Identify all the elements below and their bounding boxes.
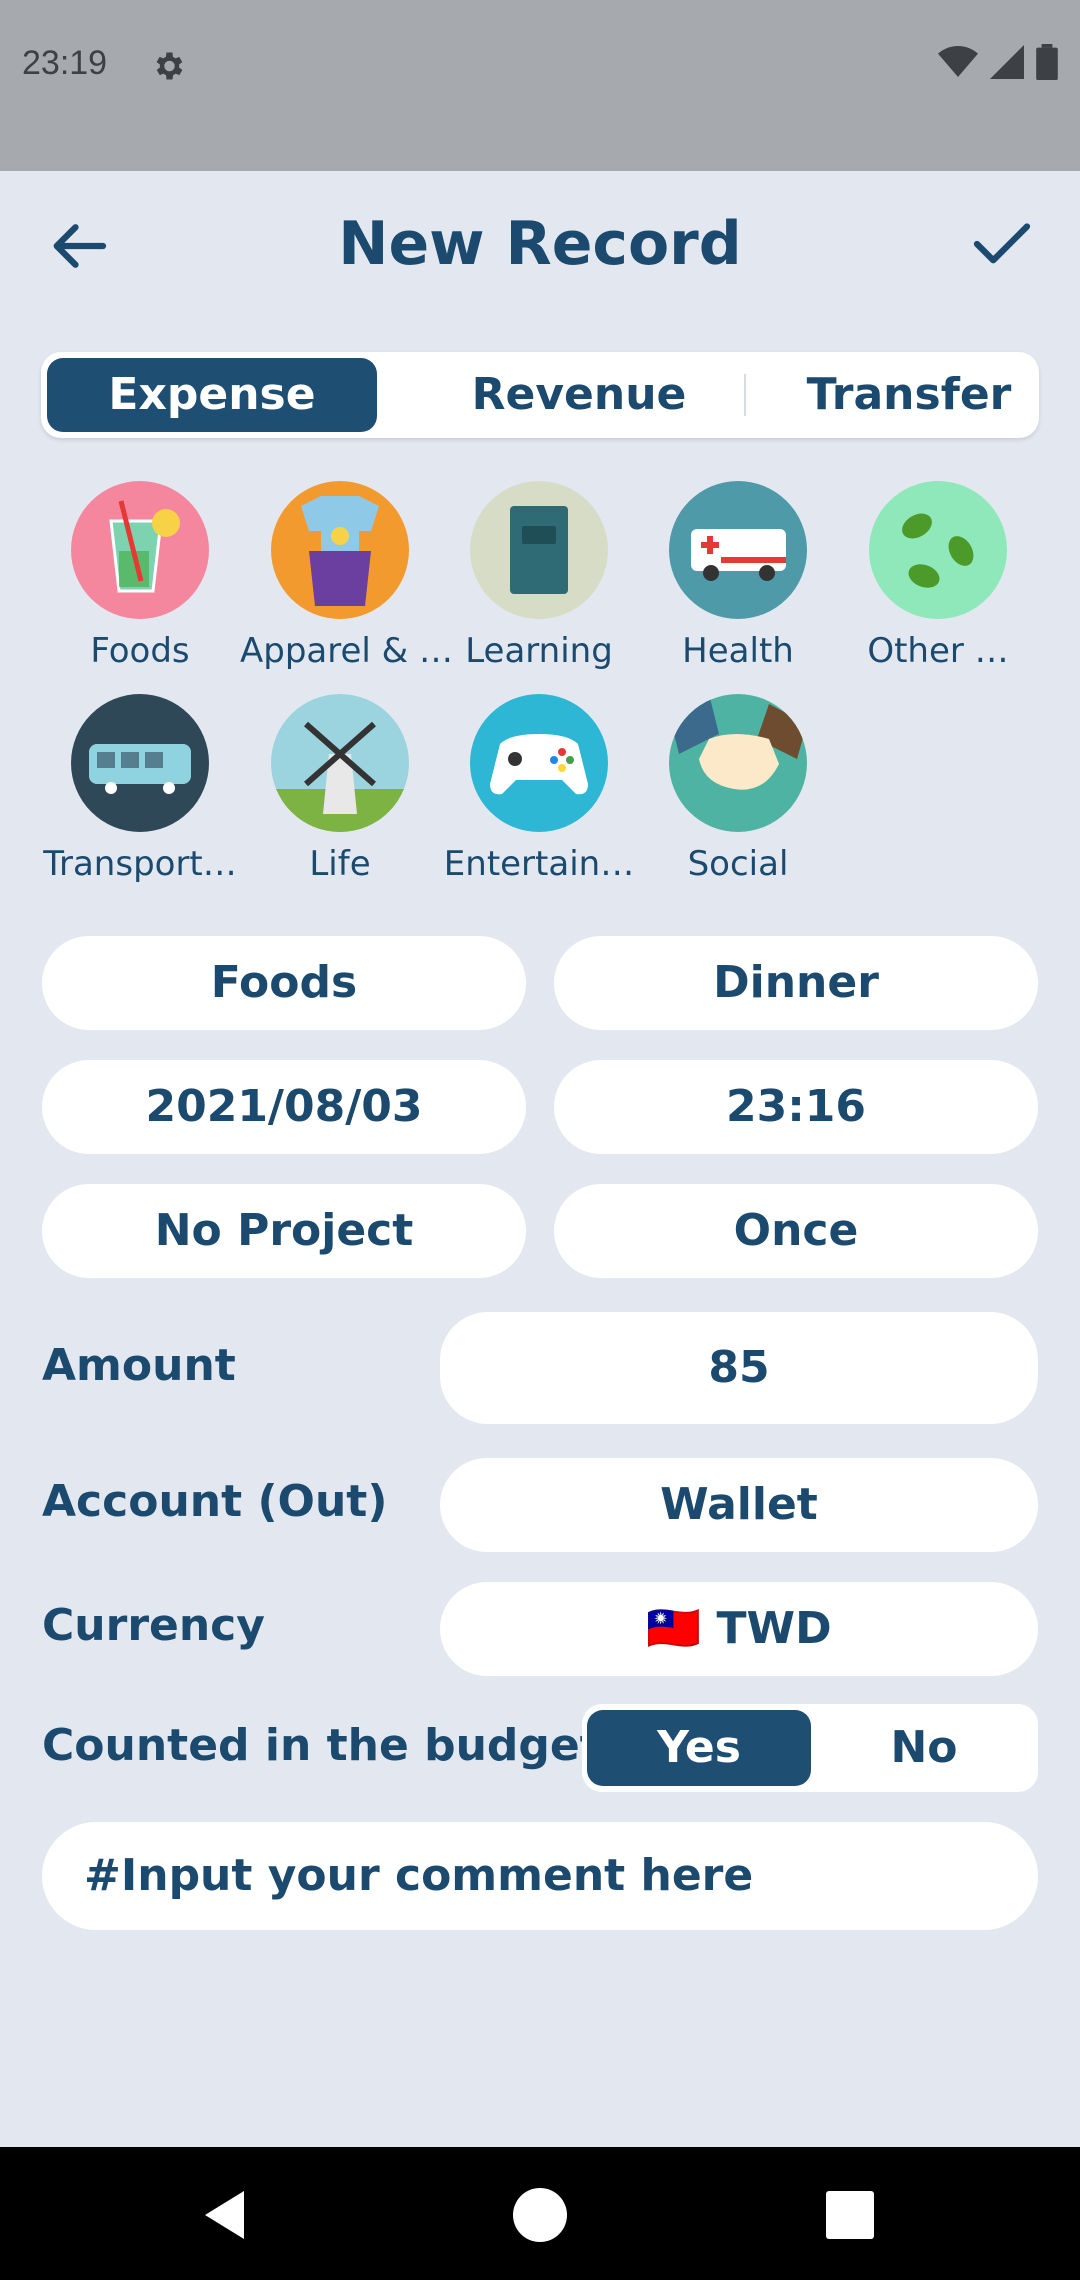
amount-label: Amount xyxy=(42,1340,236,1391)
category-label: Life xyxy=(309,844,371,884)
leaves-icon xyxy=(869,481,1007,619)
nav-home-icon[interactable] xyxy=(510,2185,570,2245)
category-label: Learning xyxy=(465,631,613,671)
battery-icon xyxy=(1036,44,1058,80)
category-entertainment[interactable]: Entertain… xyxy=(439,694,639,884)
budget-label: Counted in the budget xyxy=(42,1720,601,1771)
category-label: Foods xyxy=(90,631,190,671)
category-label: Other … xyxy=(867,631,1009,671)
time-picker[interactable]: 23:16 xyxy=(554,1060,1038,1154)
clothes-icon xyxy=(271,481,409,619)
budget-yes-option[interactable]: Yes xyxy=(587,1710,811,1786)
currency-label: Currency xyxy=(42,1600,265,1651)
budget-toggle: Yes No xyxy=(582,1704,1038,1792)
book-icon xyxy=(470,481,608,619)
confirm-check-icon[interactable] xyxy=(972,219,1032,269)
category-foods[interactable]: Foods xyxy=(40,481,240,671)
tab-expense[interactable]: Expense xyxy=(47,358,377,432)
category-label: Health xyxy=(682,631,794,671)
category-learning[interactable]: Learning xyxy=(439,481,639,671)
category-transport[interactable]: Transport… xyxy=(40,694,240,884)
date-picker[interactable]: 2021/08/03 xyxy=(42,1060,526,1154)
status-time: 23:19 xyxy=(22,44,108,82)
cellular-signal-icon xyxy=(990,45,1024,79)
category-selector[interactable]: Foods xyxy=(42,936,526,1030)
tab-transfer[interactable]: Transfer xyxy=(741,358,1077,432)
repeat-selector[interactable]: Once xyxy=(554,1184,1038,1278)
project-selector[interactable]: No Project xyxy=(42,1184,526,1278)
wifi-icon xyxy=(938,46,978,77)
category-social[interactable]: Social xyxy=(638,694,838,884)
category-apparel[interactable]: Apparel & … xyxy=(240,481,453,671)
ambulance-icon xyxy=(669,481,807,619)
category-health[interactable]: Health xyxy=(638,481,838,671)
tab-revenue[interactable]: Revenue xyxy=(411,358,747,432)
settings-gear-icon xyxy=(156,52,183,80)
handshake-icon xyxy=(669,694,807,832)
gamepad-icon xyxy=(470,694,608,832)
account-label: Account (Out) xyxy=(42,1476,388,1527)
status-bar: 23:19 xyxy=(0,0,1080,171)
page-title: New Record xyxy=(338,209,742,279)
budget-no-option[interactable]: No xyxy=(812,1710,1036,1786)
drink-glass-icon xyxy=(71,481,209,619)
category-life[interactable]: Life xyxy=(240,694,440,884)
app-bar: New Record xyxy=(0,171,1080,321)
subcategory-selector[interactable]: Dinner xyxy=(554,936,1038,1030)
windmill-icon xyxy=(271,694,409,832)
category-label: Social xyxy=(687,844,789,884)
bus-icon xyxy=(71,694,209,832)
currency-code: TWD xyxy=(716,1603,832,1654)
record-type-tabs: Expense Revenue Transfer xyxy=(41,352,1039,438)
system-nav-bar xyxy=(0,2147,1080,2280)
nav-recents-icon[interactable] xyxy=(820,2185,880,2245)
taiwan-flag-icon: 🇹🇼 xyxy=(646,1603,702,1654)
account-selector[interactable]: Wallet xyxy=(440,1458,1038,1552)
currency-selector[interactable]: 🇹🇼 TWD xyxy=(440,1582,1038,1676)
nav-back-icon[interactable] xyxy=(196,2185,256,2245)
amount-input[interactable]: 85 xyxy=(440,1312,1038,1424)
category-label: Apparel & … xyxy=(240,631,453,671)
category-label: Entertain… xyxy=(443,844,635,884)
comment-input[interactable]: #Input your comment here xyxy=(42,1822,1038,1930)
category-label: Transport… xyxy=(43,844,237,884)
category-other[interactable]: Other … xyxy=(838,481,1038,671)
